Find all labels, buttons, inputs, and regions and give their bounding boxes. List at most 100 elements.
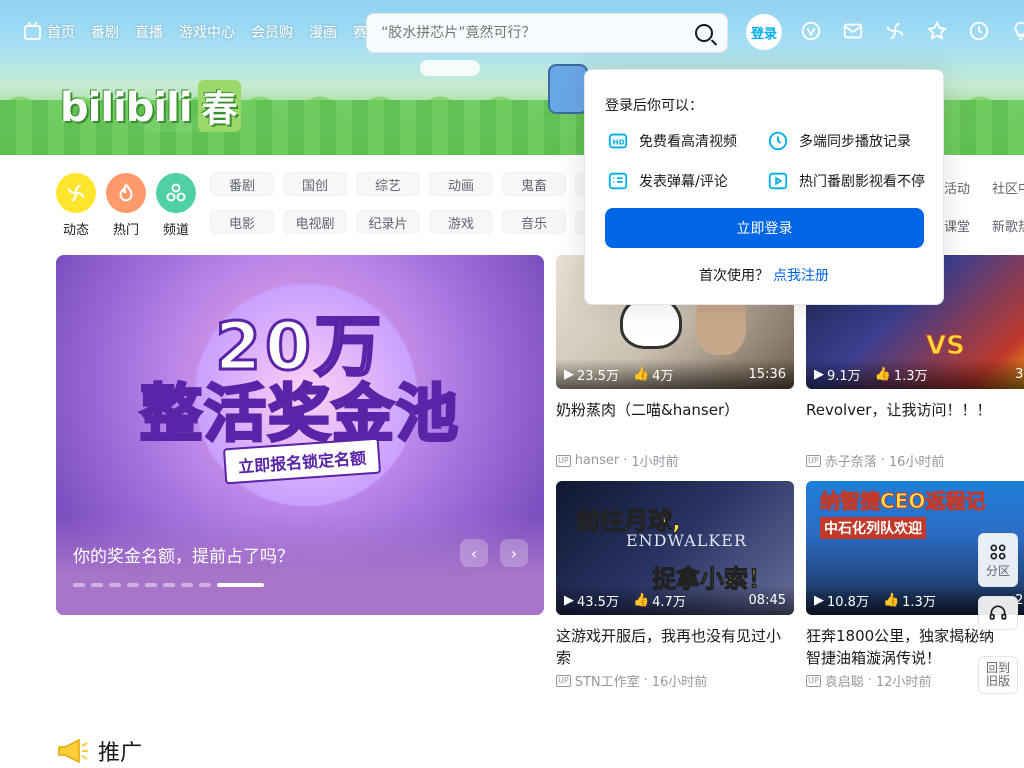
category-chip[interactable]: 音乐: [502, 210, 566, 234]
back-label-line2: 旧版: [985, 674, 1010, 688]
thumbnail-overlay-text-2: ENDWALKER: [626, 531, 748, 550]
category-link-activity[interactable]: 活动: [944, 178, 970, 197]
like-count-value: 4.7万: [652, 594, 686, 610]
video-stats: ▶9.1万 👍1.3万 34:: [806, 359, 1024, 389]
carousel-dot[interactable]: [145, 583, 157, 587]
hd-icon: HD: [607, 130, 629, 152]
zone-float-button[interactable]: 分区: [978, 533, 1018, 587]
benefit-label: 免费看高清视频: [639, 134, 737, 150]
carousel-next-button[interactable]: ›: [500, 539, 528, 567]
video-author[interactable]: hanser: [575, 453, 620, 468]
category-chip[interactable]: 纪录片: [356, 210, 420, 234]
vip-icon[interactable]: [800, 20, 822, 42]
thumb-up-icon: 👍: [632, 366, 650, 382]
cloud-decoration: [420, 60, 480, 76]
carousel-dot[interactable]: [91, 583, 103, 587]
channel-circles-icon: [156, 173, 196, 213]
dynamic-icon[interactable]: [884, 20, 906, 42]
play-count-value: 43.5万: [577, 594, 619, 610]
video-meta: UP STN工作室 · 16小时前: [556, 671, 794, 690]
svg-text:HD: HD: [613, 138, 625, 147]
play-count: ▶ 9.1万: [814, 365, 861, 384]
category-link-class[interactable]: 课堂: [944, 216, 970, 235]
video-author[interactable]: STN工作室: [575, 671, 640, 690]
thumbnail-overlay-text-2: 中石化列队欢迎: [820, 517, 926, 539]
category-chip[interactable]: 动画: [429, 172, 493, 196]
carousel-headline-2: 整活奖金池: [138, 376, 460, 452]
back-to-old-version-button[interactable]: 回到 旧版: [978, 656, 1018, 694]
like-count: 👍 4.7万: [633, 591, 686, 610]
login-benefit-item: 热门番剧影视看不停: [767, 170, 925, 192]
favorite-star-icon[interactable]: [926, 20, 948, 42]
video-time: 1小时前: [631, 455, 679, 470]
message-icon[interactable]: [842, 20, 864, 42]
login-benefit-item: 多端同步播放记录: [767, 130, 911, 152]
quick-entry-dynamic[interactable]: 动态: [56, 173, 96, 238]
carousel-dot[interactable]: [163, 583, 175, 587]
video-meta: UP hanser · 1小时前: [556, 451, 794, 470]
play-icon: ▶: [814, 592, 824, 608]
carousel-dot[interactable]: [73, 583, 85, 587]
login-now-button[interactable]: 立即登录: [605, 208, 924, 248]
video-title[interactable]: 这游戏开服后，我再也没有见过小索: [556, 625, 794, 669]
search-bar: [366, 13, 728, 53]
search-input[interactable]: [381, 25, 695, 41]
history-clock-icon[interactable]: [968, 20, 990, 42]
nav-item-label: 首页: [47, 25, 75, 41]
play-count: ▶ 10.8万: [814, 591, 869, 610]
category-link-new-songs[interactable]: 新歌热: [992, 216, 1024, 235]
vs-decoration: VS: [926, 331, 966, 362]
register-prompt: 首次使用？ 点我注册: [585, 265, 943, 285]
category-chip[interactable]: 番剧: [210, 172, 274, 196]
category-chip[interactable]: 游戏: [429, 210, 493, 234]
category-link-community[interactable]: 社区中: [992, 178, 1024, 197]
video-author[interactable]: 赤子奈落: [825, 451, 877, 470]
top-nav: 首页 番剧 直播 游戏中心 会员购 漫画 赛事: [24, 22, 397, 42]
video-thumbnail[interactable]: 前往月球, ENDWALKER 捉拿小索！ ▶ 43.5万 👍 4.7万 08:45: [556, 481, 794, 615]
bilibili-logo[interactable]: bilibili 春: [60, 80, 241, 132]
video-author[interactable]: 袁启聪: [825, 671, 864, 690]
thumb-up-icon: 👍: [882, 592, 900, 608]
video-card[interactable]: 前往月球, ENDWALKER 捉拿小索！ ▶ 43.5万 👍 4.7万 08:45…: [556, 481, 794, 690]
login-avatar-button[interactable]: 登录: [746, 14, 782, 50]
carousel-prev-button[interactable]: ‹: [460, 539, 488, 567]
video-title[interactable]: Revolver，让我访问！！！: [806, 399, 1024, 443]
nav-item-home[interactable]: 首页: [24, 22, 75, 42]
register-link[interactable]: 点我注册: [773, 268, 829, 284]
creator-lightbulb-icon[interactable]: [1010, 20, 1024, 42]
popup-heading: 登录后你可以：: [605, 98, 703, 114]
quick-entry-label: 热门: [112, 223, 139, 238]
carousel-dot[interactable]: [181, 583, 193, 587]
banner-carousel[interactable]: 20万 整活奖金池 立即报名锁定名额 你的奖金名额，提前占了吗？ ‹ ›: [56, 255, 544, 615]
thumb-up-icon: 👍: [632, 592, 650, 608]
play-icon: ▶: [564, 592, 574, 608]
carousel-dot[interactable]: [109, 583, 121, 587]
category-chip[interactable]: 综艺: [356, 172, 420, 196]
mascot-decoration: [548, 64, 588, 114]
nav-item-live[interactable]: 直播: [135, 22, 163, 42]
quick-entry-channel[interactable]: 频道: [156, 173, 196, 238]
video-title[interactable]: 奶粉蒸肉（二喵&hanser）: [556, 399, 794, 443]
video-duration: 15:36: [748, 366, 786, 382]
customer-service-button[interactable]: [978, 596, 1018, 630]
megaphone-icon: [58, 738, 88, 764]
search-icon[interactable]: [695, 24, 713, 42]
logo-text: bilibili: [60, 85, 193, 131]
category-chip[interactable]: 电影: [210, 210, 274, 234]
category-chip[interactable]: 电视剧: [283, 210, 347, 234]
nav-item-bangumi[interactable]: 番剧: [91, 22, 119, 42]
video-title[interactable]: 狂奔1800公里，独家揭秘纳智捷油箱漩涡传说！: [806, 625, 1006, 669]
quick-entry-hot[interactable]: 热门: [106, 173, 146, 238]
carousel-caption[interactable]: 你的奖金名额，提前占了吗？: [73, 542, 294, 567]
carousel-dot[interactable]: [199, 583, 211, 587]
nav-item-game-center[interactable]: 游戏中心: [179, 22, 235, 42]
nav-item-manga[interactable]: 漫画: [309, 22, 337, 42]
zone-label: 分区: [985, 563, 1010, 578]
like-count: 👍 1.3万: [875, 365, 928, 384]
carousel-dot[interactable]: [127, 583, 139, 587]
category-chip[interactable]: 鬼畜: [502, 172, 566, 196]
category-chip[interactable]: 国创: [283, 172, 347, 196]
nav-item-mall[interactable]: 会员购: [251, 22, 293, 42]
carousel-dot[interactable]: [217, 583, 264, 587]
like-count-value: 4万: [652, 368, 674, 384]
